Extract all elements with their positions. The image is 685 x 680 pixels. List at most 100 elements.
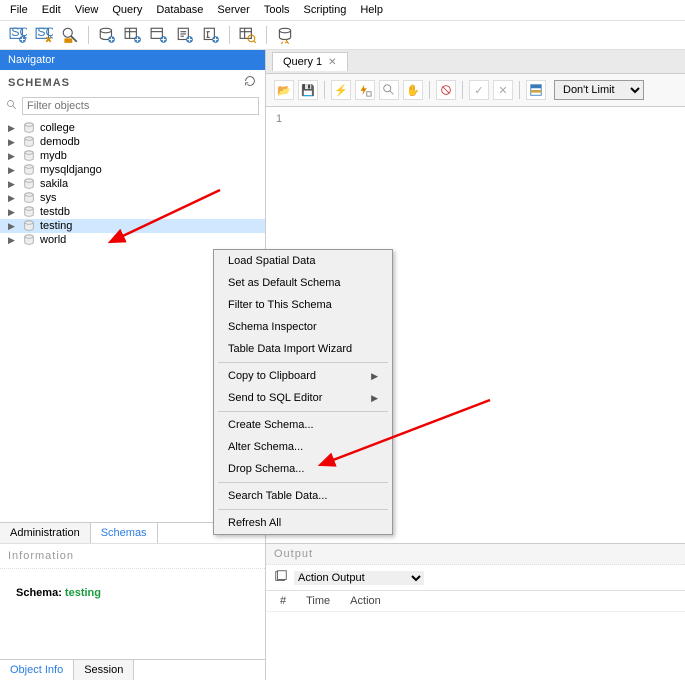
expand-icon[interactable]: ▶ <box>8 123 18 134</box>
rollback-icon[interactable]: ✕ <box>493 80 513 100</box>
new-procedure-icon[interactable] <box>175 25 195 45</box>
information-header: Information <box>0 543 265 569</box>
expand-icon[interactable]: ▶ <box>8 179 18 190</box>
menubar: File Edit View Query Database Server Tools Scri… <box>0 0 685 21</box>
refresh-icon[interactable] <box>243 74 257 91</box>
menu-file[interactable]: File <box>10 4 28 16</box>
query-tabs: Query 1 ✕ <box>266 50 685 74</box>
menu-item-search-table-data[interactable]: Search Table Data... <box>214 485 392 507</box>
menu-database[interactable]: Database <box>156 4 203 16</box>
database-icon <box>22 206 36 218</box>
execute-current-icon[interactable] <box>355 80 375 100</box>
new-table-icon[interactable] <box>123 25 143 45</box>
menu-item-load-spatial-data[interactable]: Load Spatial Data <box>214 250 392 272</box>
schema-item-world[interactable]: ▶world <box>0 233 265 247</box>
close-icon[interactable]: ✕ <box>328 57 336 68</box>
menu-server[interactable]: Server <box>217 4 249 16</box>
explain-icon[interactable] <box>379 80 399 100</box>
menu-item-table-data-import-wizard[interactable]: Table Data Import Wizard <box>214 338 392 360</box>
database-icon <box>22 192 36 204</box>
expand-icon[interactable]: ▶ <box>8 207 18 218</box>
separator <box>462 81 463 99</box>
schema-item-college[interactable]: ▶ college <box>0 121 265 135</box>
expand-icon[interactable]: ▶ <box>8 193 18 204</box>
output-header: Output <box>266 543 685 565</box>
database-icon <box>22 178 36 190</box>
search-table-data-icon[interactable] <box>238 25 258 45</box>
schema-name: demodb <box>40 136 80 148</box>
stop-icon[interactable]: ✋ <box>403 80 423 100</box>
database-icon <box>22 150 36 162</box>
schema-item-sakila[interactable]: ▶sakila <box>0 177 265 191</box>
menu-item-copy-to-clipboard[interactable]: Copy to Clipboard▶ <box>214 365 392 387</box>
menu-view[interactable]: View <box>75 4 99 16</box>
schema-name: college <box>40 122 75 134</box>
inspector-icon[interactable] <box>60 25 80 45</box>
menu-item-drop-schema[interactable]: Drop Schema... <box>214 458 392 480</box>
menu-item-send-to-sql-editor[interactable]: Send to SQL Editor▶ <box>214 387 392 409</box>
open-sql-icon[interactable]: SQL <box>34 25 54 45</box>
new-function-icon[interactable] <box>201 25 221 45</box>
menu-item-set-as-default-schema[interactable]: Set as Default Schema <box>214 272 392 294</box>
schema-label: Schema: <box>16 587 62 599</box>
database-icon <box>22 164 36 176</box>
output-list-icon[interactable] <box>274 569 288 586</box>
menu-item-filter-to-this-schema[interactable]: Filter to This Schema <box>214 294 392 316</box>
reconnect-icon[interactable] <box>275 25 295 45</box>
expand-icon[interactable]: ▶ <box>8 137 18 148</box>
menu-help[interactable]: Help <box>360 4 383 16</box>
main-toolbar: SQL SQL <box>0 21 685 50</box>
database-icon <box>22 122 36 134</box>
menu-separator <box>218 509 388 510</box>
output-col: Time <box>306 595 330 607</box>
expand-icon[interactable]: ▶ <box>8 165 18 176</box>
schema-filter-input[interactable] <box>22 97 259 115</box>
open-file-icon[interactable]: 📂 <box>274 80 294 100</box>
menu-item-alter-schema[interactable]: Alter Schema... <box>214 436 392 458</box>
expand-icon[interactable]: ▶ <box>8 151 18 162</box>
query-tab-1[interactable]: Query 1 ✕ <box>272 52 348 71</box>
menu-item-create-schema[interactable]: Create Schema... <box>214 414 392 436</box>
new-view-icon[interactable] <box>149 25 169 45</box>
menu-query[interactable]: Query <box>112 4 142 16</box>
menu-scripting[interactable]: Scripting <box>304 4 347 16</box>
database-icon <box>22 220 36 232</box>
schema-search <box>0 95 265 117</box>
schema-name: mydb <box>40 150 67 162</box>
save-icon[interactable]: 💾 <box>298 80 318 100</box>
schema-item-testing[interactable]: ▶ testing <box>0 219 265 233</box>
schema-name: testing <box>40 220 72 232</box>
database-icon <box>22 234 36 246</box>
schema-item-testdb[interactable]: ▶ testdb <box>0 205 265 219</box>
schema-name: testdb <box>40 206 70 218</box>
menu-tools[interactable]: Tools <box>264 4 290 16</box>
menu-item-schema-inspector[interactable]: Schema Inspector <box>214 316 392 338</box>
toggle-limit-icon[interactable] <box>526 80 546 100</box>
tab-schemas[interactable]: Schemas <box>91 523 158 543</box>
menu-edit[interactable]: Edit <box>42 4 61 16</box>
separator <box>324 81 325 99</box>
toggle-autocommit-icon[interactable] <box>436 80 456 100</box>
schema-item-mysqldjango[interactable]: ▶mysqldjango <box>0 163 265 177</box>
menu-separator <box>218 362 388 363</box>
tab-object-info[interactable]: Object Info <box>0 660 74 680</box>
submenu-arrow-icon: ▶ <box>371 371 378 382</box>
schema-item-mydb[interactable]: ▶ mydb <box>0 149 265 163</box>
tab-session[interactable]: Session <box>74 660 134 680</box>
execute-icon[interactable]: ⚡ <box>331 80 351 100</box>
query-toolbar: 📂 💾 ⚡ ✋ ✓ ✕ Don't Limit <box>266 74 685 107</box>
limit-rows-select[interactable]: Don't Limit <box>554 80 644 100</box>
new-sql-tab-icon[interactable]: SQL <box>8 25 28 45</box>
separator <box>266 26 267 44</box>
expand-icon[interactable]: ▶ <box>8 221 18 232</box>
query-tab-label: Query 1 <box>283 56 322 68</box>
expand-icon[interactable]: ▶ <box>8 235 18 246</box>
menu-item-refresh-all[interactable]: Refresh All <box>214 512 392 534</box>
schema-item-demodb[interactable]: ▶ demodb <box>0 135 265 149</box>
schemas-header: SCHEMAS <box>0 70 265 95</box>
new-schema-icon[interactable] <box>97 25 117 45</box>
schema-item-sys[interactable]: ▶sys <box>0 191 265 205</box>
output-type-select[interactable]: Action Output <box>294 571 424 585</box>
tab-administration[interactable]: Administration <box>0 523 91 543</box>
commit-icon[interactable]: ✓ <box>469 80 489 100</box>
